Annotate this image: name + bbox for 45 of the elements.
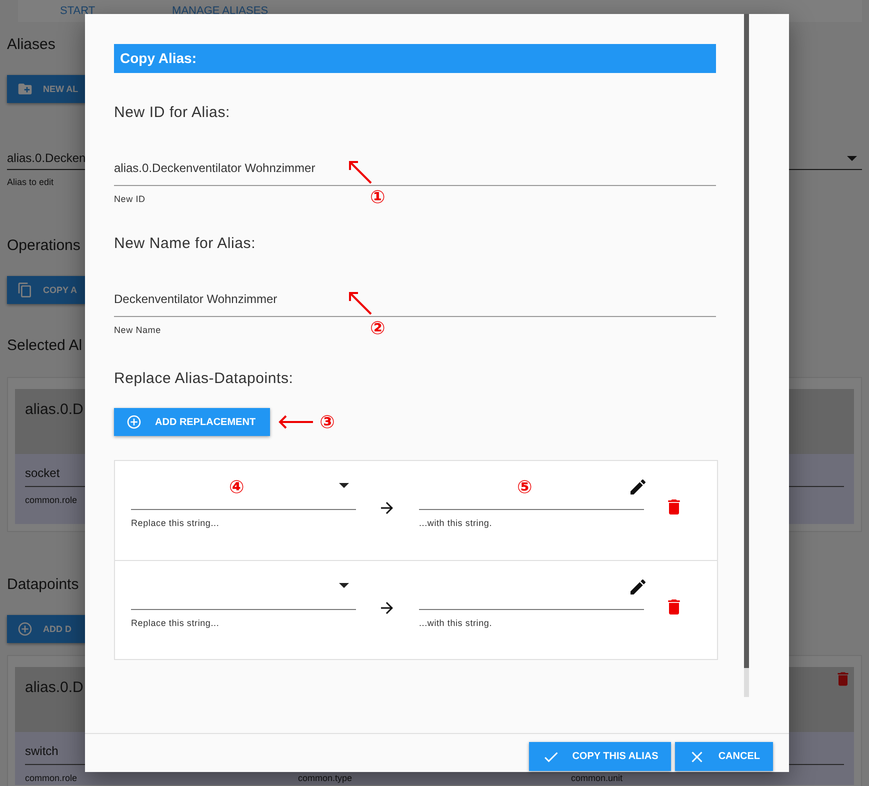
copy-icon bbox=[17, 282, 33, 298]
arrow-right-icon bbox=[378, 499, 396, 517]
field-helper: ...with this string. bbox=[419, 518, 492, 528]
dropdown-caret-icon bbox=[339, 583, 349, 588]
section-heading: Replace Alias-Datapoints: bbox=[114, 370, 294, 387]
field-label: common.role bbox=[25, 495, 78, 507]
dropdown-caret-icon bbox=[847, 156, 857, 160]
section-heading: Datapoints bbox=[7, 576, 79, 594]
copy-button[interactable]: COPY THIS ALIAS bbox=[529, 742, 672, 771]
new-id-field[interactable]: alias.0.Deckenventilator Wohnzimmer bbox=[114, 161, 716, 186]
alias-select-helper: Alias to edit bbox=[7, 177, 55, 187]
tab[interactable]: START bbox=[60, 5, 96, 17]
arrow-right-icon bbox=[378, 599, 396, 617]
annotation-arrow-icon bbox=[347, 290, 373, 316]
folder-plus-icon bbox=[17, 81, 33, 97]
field-helper: New ID bbox=[114, 194, 146, 204]
field-label: common.role bbox=[25, 773, 78, 785]
field-helper: ...with this string. bbox=[419, 618, 492, 628]
section-heading: Aliases bbox=[7, 36, 56, 54]
scrollbar[interactable] bbox=[744, 14, 749, 697]
add-replacement-button[interactable]: ADD REPLACEMENT bbox=[114, 408, 270, 436]
annotation-number: ③ bbox=[320, 412, 335, 432]
field-label: common.unit bbox=[571, 773, 624, 785]
section-heading: New Name for Alias: bbox=[114, 235, 257, 252]
new-name-field[interactable]: Deckenventilator Wohnzimmer bbox=[114, 292, 716, 317]
annotation-arrow-icon bbox=[278, 415, 314, 429]
section-heading: Selected Al bbox=[7, 337, 82, 355]
tab[interactable]: MANAGE ALIASES bbox=[172, 5, 268, 17]
annotation-number: ① bbox=[370, 187, 386, 208]
annotation-number: ④ bbox=[229, 477, 244, 498]
dropdown-caret-icon bbox=[339, 483, 349, 488]
card-title: alias.0.D bbox=[25, 679, 84, 696]
section-heading: Operations bbox=[7, 237, 80, 255]
field-label: common.type bbox=[298, 773, 354, 785]
field-helper: Replace this string... bbox=[131, 518, 220, 528]
dialog-title: Copy Alias: bbox=[114, 44, 716, 73]
annotation-number: ⑤ bbox=[517, 477, 532, 498]
cancel-button[interactable]: CANCEL bbox=[675, 742, 773, 771]
pencil-icon[interactable] bbox=[628, 577, 648, 597]
annotation-number: ② bbox=[370, 318, 386, 339]
field-helper: New Name bbox=[114, 325, 161, 335]
pencil-icon[interactable] bbox=[628, 477, 648, 497]
section-heading: New ID for Alias: bbox=[114, 104, 231, 121]
card-title: alias.0.D bbox=[25, 401, 84, 418]
annotation-arrow-icon bbox=[347, 159, 373, 185]
